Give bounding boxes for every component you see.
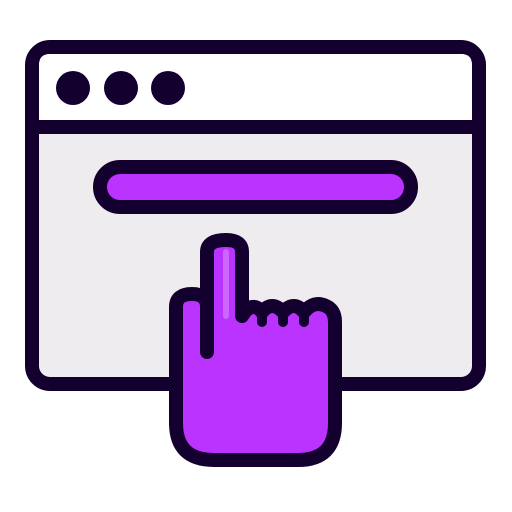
click-browser-icon — [0, 0, 512, 512]
window-titlebar — [39, 54, 472, 124]
click-browser-svg — [25, 40, 486, 467]
window-dot-1 — [56, 71, 90, 105]
window-dot-2 — [104, 71, 138, 105]
address-bar — [93, 160, 418, 214]
window-dot-3 — [151, 71, 185, 105]
window-control-dots — [56, 71, 185, 105]
